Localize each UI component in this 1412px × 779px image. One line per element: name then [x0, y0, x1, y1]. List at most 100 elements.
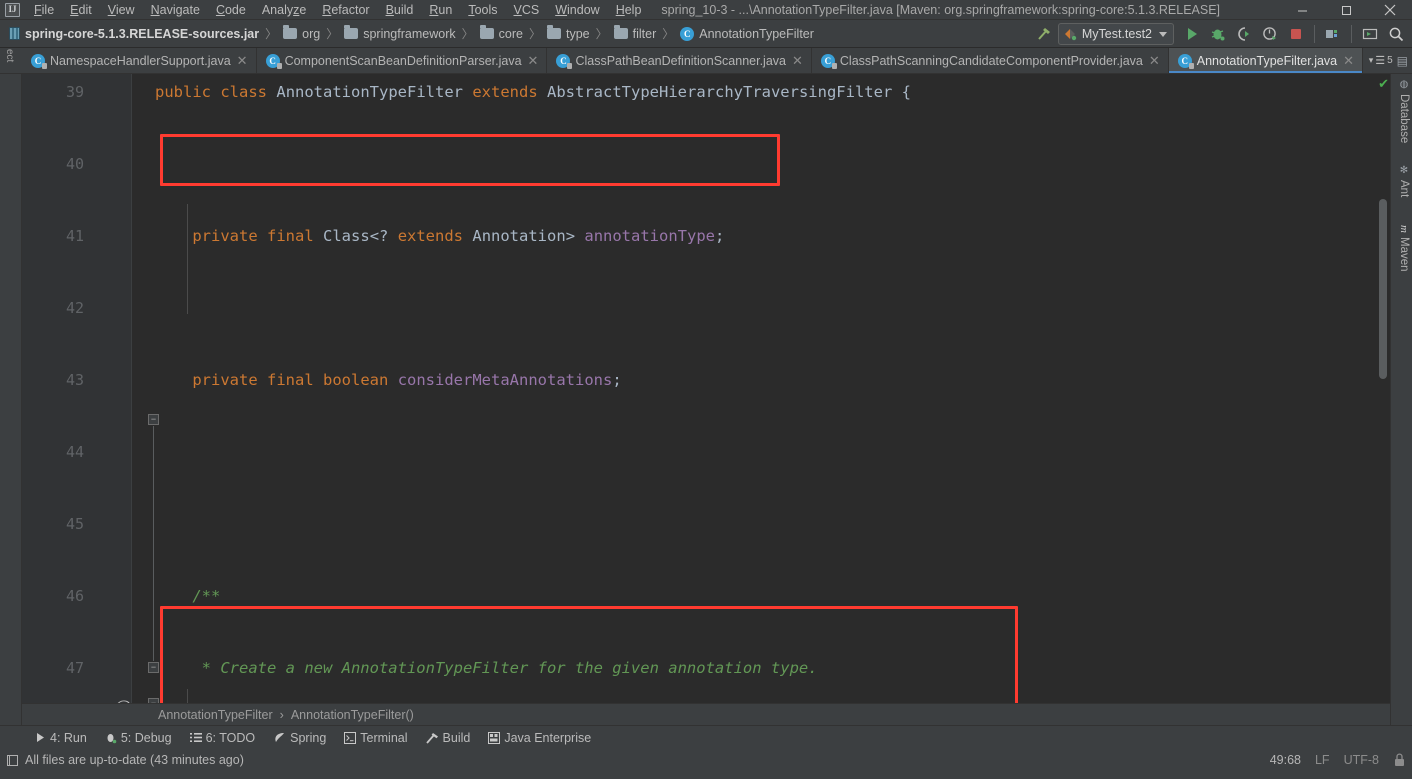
sidebar-item-structure[interactable]: 7: Structure ▪▫ [0, 479, 3, 564]
menu-item-tools[interactable]: Tools [460, 1, 505, 19]
tab-classpathscanningcandidatecomponentprovider[interactable]: C ClassPathScanningCandidateComponentPro… [812, 48, 1169, 73]
line-number: 44 [65, 443, 84, 461]
caret-position[interactable]: 49:68 [1270, 753, 1301, 767]
chevron-down-icon: ▾ [1368, 55, 1374, 65]
breadcrumb-item-org[interactable]: org [280, 25, 323, 42]
sidebar-item-ant[interactable]: ✻ Ant [1395, 164, 1412, 198]
editor-breadcrumb-class[interactable]: AnnotationTypeFilter [158, 708, 273, 722]
project-structure-icon[interactable] [1321, 22, 1345, 46]
code-line-45: 45 [22, 506, 1390, 542]
breadcrumb-item-filter[interactable]: filter [611, 25, 660, 42]
line-separator[interactable]: LF [1315, 753, 1330, 767]
tab-classpathbeandefinitionscanner[interactable]: C ClassPathBeanDefinitionScanner.java ✕ [547, 48, 812, 73]
main-menu: File Edit View Navigate Code Analyze Ref… [26, 1, 649, 19]
run-configuration-selector[interactable]: MyTest.test2 [1057, 23, 1174, 45]
breadcrumb-item-jar[interactable]: spring-core-5.1.3.RELEASE-sources.jar [6, 26, 262, 42]
line-number: 47 [65, 659, 84, 677]
build-hammer-icon[interactable] [1032, 22, 1056, 46]
toolwindow-todo[interactable]: 6: TODO [181, 729, 265, 747]
close-icon[interactable] [1368, 0, 1412, 20]
close-icon[interactable]: ✕ [791, 54, 804, 67]
menu-item-run[interactable]: Run [421, 1, 460, 19]
editor-breadcrumb-separator: › [279, 707, 284, 722]
line-content: private final boolean considerMetaAnnota… [192, 371, 622, 389]
breadcrumb-separator: 〉 [595, 27, 608, 41]
folder-icon [344, 25, 359, 39]
menu-item-analyze[interactable]: Analyze [254, 1, 314, 19]
tab-namespacehandlersupport[interactable]: C NamespaceHandlerSupport.java ✕ [22, 48, 257, 73]
close-icon[interactable]: ✕ [236, 54, 249, 67]
menu-item-file[interactable]: File [26, 1, 62, 19]
breadcrumb-separator: 〉 [528, 27, 541, 41]
java-class-icon: C [556, 53, 573, 69]
menu-item-code[interactable]: Code [208, 1, 254, 19]
toolwindow-label: 6: TODO [205, 730, 256, 745]
toolwindow-run[interactable]: 4: Run [26, 729, 96, 747]
toolwindow-label: 5: Debug [120, 730, 172, 745]
tab-componentscanbeandefinitionparser[interactable]: C ComponentScanBeanDefinitionParser.java… [257, 48, 548, 73]
breadcrumb-item-core[interactable]: core [477, 25, 526, 42]
encoding[interactable]: UTF-8 [1344, 753, 1379, 767]
editor-marker-bar[interactable]: ✔ [1376, 74, 1390, 725]
sidebar-item-project[interactable]: 1: Project [0, 12, 3, 78]
stop-icon[interactable] [1284, 22, 1308, 46]
menu-item-window[interactable]: Window [547, 1, 607, 19]
line-number: 39 [65, 83, 84, 101]
breadcrumb-separator: 〉 [461, 27, 474, 41]
code-line-46: 46 /** [22, 578, 1390, 614]
toolwindow-debug[interactable]: 5: Debug [96, 729, 181, 747]
main-toolbar: MyTest.test2 [1032, 20, 1408, 48]
menu-item-navigate[interactable]: Navigate [143, 1, 208, 19]
status-right-area: 49:68 LF UTF-8 [1270, 753, 1406, 767]
tab-label: ComponentScanBeanDefinitionParser.java [284, 53, 522, 68]
chevron-down-icon [1159, 31, 1167, 37]
line-number: 42 [65, 299, 84, 317]
toolbar-divider [1351, 25, 1352, 43]
close-icon[interactable]: ✕ [1342, 54, 1355, 67]
breadcrumb-item-type[interactable]: type [544, 25, 593, 42]
menu-item-vcs[interactable]: VCS [506, 1, 548, 19]
status-message-area: All files are up-to-date (43 minutes ago… [6, 753, 244, 767]
toolwindow-terminal[interactable]: Terminal [335, 729, 416, 747]
editor-breadcrumb-method[interactable]: AnnotationTypeFilter() [291, 708, 414, 722]
run-with-coverage-icon[interactable] [1232, 22, 1256, 46]
toolwindow-build[interactable]: Build [417, 729, 480, 747]
breadcrumb-separator: 〉 [662, 27, 675, 41]
debug-icon [107, 733, 117, 743]
maven-icon: m [1398, 225, 1410, 233]
editor-scrollbar-thumb[interactable] [1379, 199, 1387, 379]
spring-leaf-icon [275, 732, 285, 742]
debug-icon[interactable] [1206, 22, 1230, 46]
menu-item-edit[interactable]: Edit [62, 1, 100, 19]
folder-icon [613, 25, 628, 39]
toolwindow-spring[interactable]: Spring [264, 729, 335, 747]
close-icon[interactable]: ✕ [527, 54, 540, 67]
run-icon[interactable] [1180, 22, 1204, 46]
tab-annotationtypefilter[interactable]: C AnnotationTypeFilter.java ✕ [1168, 48, 1364, 73]
breadcrumb-item-class[interactable]: C AnnotationTypeFilter [677, 26, 817, 42]
menu-item-help[interactable]: Help [608, 1, 650, 19]
line-number: 41 [65, 227, 84, 245]
profiler-icon[interactable] [1258, 22, 1282, 46]
window-title: spring_10-3 - ...\AnnotationTypeFilter.j… [661, 2, 1221, 17]
sidebar-item-database[interactable]: ◍ Database [1395, 78, 1412, 144]
java-class-icon: C [265, 53, 282, 69]
close-icon[interactable]: ✕ [1148, 54, 1161, 67]
tab-list-button[interactable]: ▾ ☰ 5 [1369, 54, 1393, 67]
toolwindow-java-enterprise[interactable]: Java Enterprise [479, 729, 600, 747]
java-enterprise-icon [488, 731, 501, 744]
lock-icon[interactable] [1393, 753, 1406, 767]
sidebar-item-favorites[interactable]: 2: Favorites ★ [0, 647, 3, 726]
minimize-icon[interactable] [1280, 0, 1324, 20]
sidebar-item-maven[interactable]: m Maven [1395, 224, 1412, 272]
menu-item-build[interactable]: Build [378, 1, 422, 19]
menu-item-view[interactable]: View [100, 1, 143, 19]
breadcrumb-item-springframework[interactable]: springframework [341, 25, 458, 42]
search-everywhere-icon[interactable] [1384, 22, 1408, 46]
folder-icon [479, 25, 494, 39]
database-stripe-icon[interactable]: ▤ [1397, 54, 1408, 68]
menu-item-refactor[interactable]: Refactor [314, 1, 377, 19]
code-editor[interactable]: − − − − @ 39 public class AnnotationType… [22, 74, 1390, 725]
select-opened-file-icon[interactable] [1358, 22, 1382, 46]
maximize-icon[interactable] [1324, 0, 1368, 20]
